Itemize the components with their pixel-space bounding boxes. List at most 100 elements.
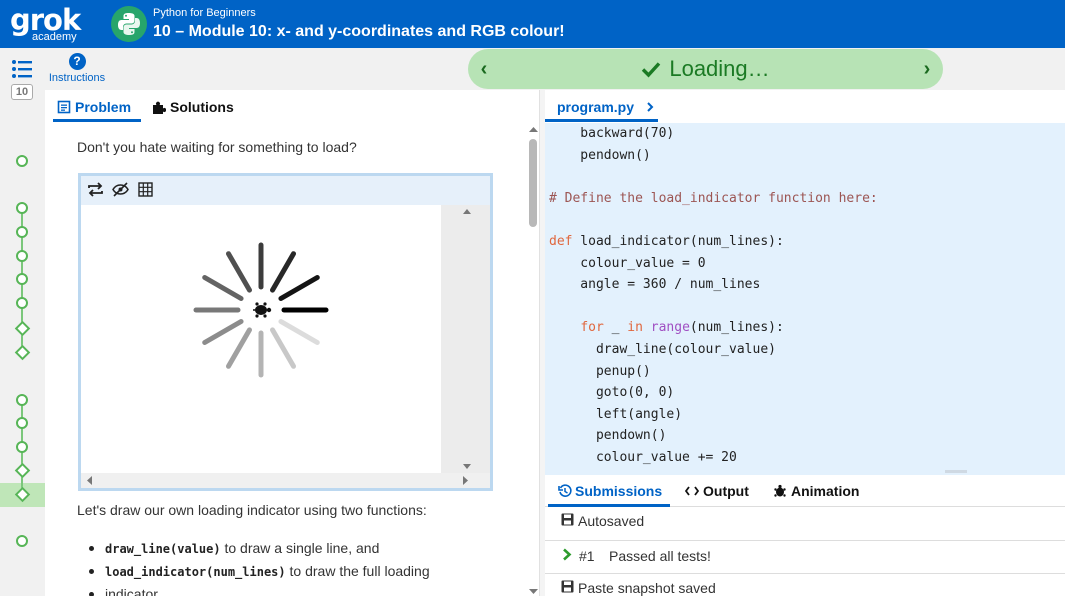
code-line: pendown(): [549, 428, 667, 444]
swap-icon[interactable]: [87, 182, 104, 197]
problem-node[interactable]: [14, 320, 31, 337]
code-line: def load_indicator(num_lines):: [549, 234, 784, 249]
turtle-output-frame: [78, 173, 493, 491]
problem-doc-icon: [57, 100, 71, 114]
slide-node[interactable]: [16, 155, 28, 167]
top-header: grok academy Python for Beginners 10 – M…: [0, 0, 1065, 48]
turtle-icon: [774, 484, 786, 497]
status-bar: ‹ Loading… ›: [468, 49, 943, 89]
spinner-line: [270, 327, 296, 369]
status-message: Loading…: [468, 56, 943, 82]
grid-icon[interactable]: [138, 182, 153, 197]
tab-submissions-label: Submissions: [575, 483, 663, 499]
file-tabbar: program.py: [545, 90, 1065, 123]
code-line: penup(): [549, 363, 651, 379]
list-item: load_indicator(num_lines) to draw the fu…: [85, 560, 485, 583]
problem-pane: Problem Solutions Don't you hate waiting…: [45, 90, 539, 596]
spinner-line: [270, 251, 296, 293]
slide-node[interactable]: [16, 394, 28, 406]
spinner-line: [278, 275, 320, 301]
submission-result: Passed all tests!: [609, 548, 711, 564]
problem-scrollbar[interactable]: [528, 125, 539, 596]
spinner-line: [226, 251, 252, 293]
code-line: angle = 360 / num_lines: [549, 277, 761, 293]
slide-node[interactable]: [16, 441, 28, 453]
slide-node[interactable]: [16, 297, 28, 309]
code-line: draw_line(colour_value): [549, 342, 776, 357]
tab-problem-label: Problem: [75, 99, 132, 115]
inline-code: load_indicator(num_lines): [105, 565, 286, 579]
problem-tabs: Problem Solutions: [45, 90, 539, 122]
slide-counter: 10: [11, 84, 33, 100]
lesson-toolbar: ? Instructions ‹ Loading… ›: [0, 48, 1065, 90]
file-tab-program[interactable]: program.py: [545, 96, 658, 122]
list-item-text: to draw a single line, and: [220, 540, 380, 556]
slide-node[interactable]: [16, 202, 28, 214]
problem-intro: Don't you hate waiting for something to …: [77, 139, 357, 155]
turtle-canvas: [81, 205, 441, 473]
code-line: pendown(): [549, 147, 651, 163]
submission-row[interactable]: Autosaved: [545, 508, 1065, 541]
menu-list-icon[interactable]: [11, 58, 33, 80]
floppy-icon: [561, 580, 574, 593]
list-item-continuation: indicator.: [85, 583, 485, 596]
lesson-title: 10 – Module 10: x- and y-coordinates and…: [153, 23, 565, 40]
slide-node[interactable]: [16, 226, 28, 238]
slide-node[interactable]: [16, 417, 28, 429]
canvas-vertical-scrollbar[interactable]: [441, 205, 490, 473]
code-line: for _ in range(num_lines):: [580, 320, 784, 336]
code-icon: [684, 486, 700, 496]
code-line: # Define the load_indicator function her…: [549, 190, 878, 206]
tab-problem[interactable]: Problem: [53, 96, 141, 122]
tab-solutions[interactable]: Solutions: [152, 96, 247, 122]
code-line: goto(0, 0): [549, 385, 675, 401]
next-slide-button[interactable]: ›: [917, 57, 937, 81]
eye-off-icon[interactable]: [112, 182, 129, 197]
puzzle-icon: [153, 101, 166, 114]
problem-node[interactable]: [14, 462, 31, 479]
instructions-button[interactable]: ? Instructions: [47, 53, 107, 87]
progress-rail: 10: [0, 84, 45, 596]
spinner-line: [202, 319, 244, 345]
tab-submissions[interactable]: Submissions: [548, 483, 670, 507]
tab-output-label: Output: [703, 483, 749, 499]
floppy-icon: [561, 513, 574, 526]
list-item: draw_line(value) to draw a single line, …: [85, 537, 485, 560]
canvas-horizontal-scrollbar[interactable]: [81, 473, 490, 488]
output-tabs: Submissions Output Animation: [545, 475, 1065, 507]
chevron-right-icon: [647, 102, 654, 112]
slide-node[interactable]: [16, 273, 28, 285]
code-editor-pane: program.py backward(70) pendown() # Defin…: [545, 90, 1065, 475]
turtle-toolbar: [87, 181, 167, 199]
python-icon: [111, 6, 147, 42]
tab-solutions-label: Solutions: [170, 99, 234, 115]
instructions-label: Instructions: [48, 72, 106, 84]
submission-row[interactable]: Paste snapshot saved: [545, 574, 1065, 596]
submission-row[interactable]: #1 Passed all tests!: [545, 541, 1065, 574]
output-pane: Submissions Output Animation Autosaved #…: [545, 475, 1065, 596]
check-icon: [642, 62, 661, 78]
submission-text: Paste snapshot saved: [578, 580, 716, 596]
function-list: draw_line(value) to draw a single line, …: [85, 537, 485, 596]
list-item-text: to draw the full loading: [285, 563, 430, 579]
spinner-line: [278, 319, 320, 345]
code-editor[interactable]: backward(70) pendown() # Define the load_…: [545, 123, 1065, 475]
app-window: grok academy Python for Beginners 10 – M…: [0, 0, 1065, 596]
loading-indicator-drawing: [193, 242, 329, 378]
status-text: Loading…: [669, 56, 770, 81]
spinner-line: [202, 275, 244, 301]
tab-output[interactable]: Output: [684, 483, 765, 507]
logo-sub: academy: [32, 31, 77, 43]
slide-node[interactable]: [16, 535, 28, 547]
course-name[interactable]: Python for Beginners: [153, 7, 256, 19]
tab-animation[interactable]: Animation: [773, 483, 873, 507]
file-tab-label: program.py: [557, 99, 635, 115]
scrollbar-thumb[interactable]: [529, 139, 537, 227]
slide-node[interactable]: [16, 250, 28, 262]
resize-grip[interactable]: [945, 470, 967, 473]
submission-number: #1: [579, 548, 595, 564]
code-line: colour_value += 20: [549, 450, 737, 465]
grok-logo[interactable]: grok academy: [10, 4, 85, 44]
problem-node[interactable]: [14, 344, 31, 361]
spinner-line: [226, 327, 252, 369]
